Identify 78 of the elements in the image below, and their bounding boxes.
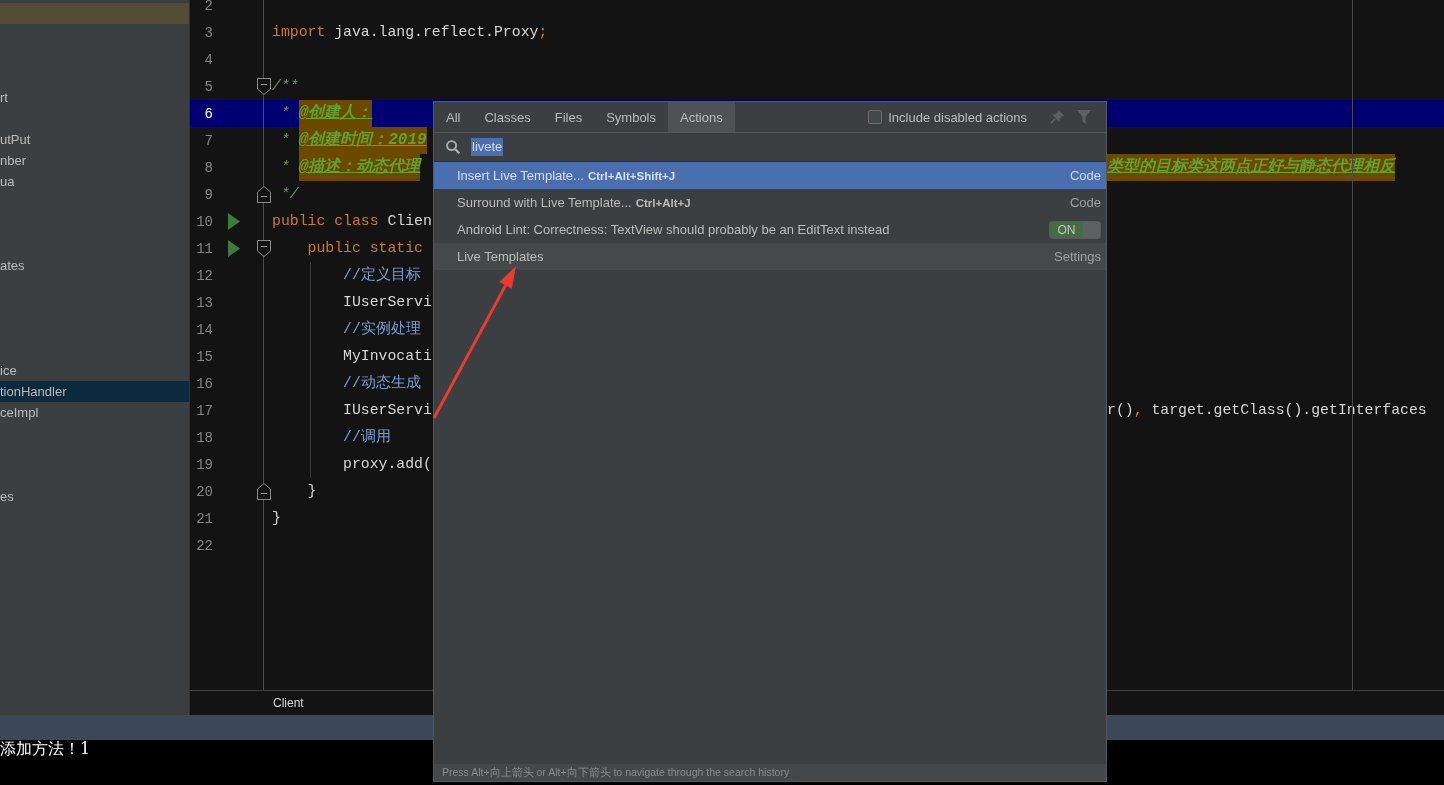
tree-item[interactable]: ceImpl: [0, 402, 189, 423]
result-category: Code: [1069, 195, 1101, 210]
tree-item[interactable]: rt: [0, 87, 189, 108]
tab[interactable]: Symbols: [594, 102, 668, 132]
line-number: 4: [204, 51, 213, 68]
code-line: public class Clien: [272, 212, 432, 231]
tree-item[interactable]: ua: [0, 171, 189, 192]
tree-item[interactable]: ice: [0, 360, 189, 381]
line-number: 10: [196, 213, 213, 230]
search-icon: [446, 140, 460, 154]
console-output: 添加方法！1: [0, 741, 91, 757]
code-line: }: [307, 482, 317, 501]
code-line: import java.lang.reflect.Proxy;: [272, 23, 548, 42]
line-number: 7: [204, 132, 213, 149]
code-line: MyInvocati: [343, 347, 432, 366]
result-item[interactable]: Live Templates Settings: [434, 243, 1106, 270]
tree-item[interactable]: es: [0, 486, 189, 507]
line-number: 22: [196, 537, 213, 554]
result-category: Settings: [1054, 249, 1101, 264]
shortcut-text: Ctrl+Alt+J: [635, 196, 691, 209]
line-number: 8: [204, 159, 213, 176]
tree-item[interactable]: nber: [0, 150, 189, 171]
line-number: 5: [204, 78, 213, 95]
result-label: Android Lint: Correctness: TextView should probably be an EditText instead: [457, 222, 890, 237]
result-item[interactable]: Android Lint: Correctness: TextView should probably be an EditText instead ON: [434, 216, 1106, 243]
line-number: 17: [196, 402, 213, 419]
line-number: 20: [196, 483, 213, 500]
code-line: IUserServi: [343, 401, 432, 420]
run-icon[interactable]: [228, 240, 240, 257]
run-icon[interactable]: [228, 213, 240, 230]
result-item[interactable]: Insert Live Template... Ctrl+Alt+Shift+J Code: [434, 162, 1106, 189]
result-item[interactable]: Surround with Live Template... Ctrl+Alt+J Code: [434, 189, 1106, 216]
line-number: 2: [204, 0, 213, 14]
code-line: //实例处理: [343, 319, 421, 339]
tab[interactable]: All: [434, 102, 473, 132]
tab[interactable]: Files: [542, 102, 595, 132]
collapse-icon[interactable]: [256, 240, 271, 257]
result-category: Code: [1069, 168, 1101, 183]
code-line: //调用: [343, 428, 391, 447]
tree-item[interactable]: ates: [0, 255, 189, 276]
collapse-icon[interactable]: [256, 483, 271, 500]
line-number: 19: [196, 456, 213, 473]
tree-item[interactable]: utPut: [0, 129, 189, 150]
breadcrumb-item[interactable]: Client: [273, 696, 304, 710]
collapse-icon[interactable]: [256, 186, 271, 203]
tree-item[interactable]: tionHandler: [0, 381, 189, 402]
code-line: //动态生成: [343, 373, 421, 393]
code-line: */: [280, 185, 299, 204]
code-line: //定义目标: [343, 265, 421, 285]
tab[interactable]: Actions: [668, 102, 735, 132]
line-number: 3: [204, 24, 213, 41]
line-number: 9: [204, 186, 213, 203]
line-number: 11: [196, 240, 213, 257]
code-line: /**: [272, 77, 299, 96]
result-label: Insert Live Template...: [457, 168, 584, 183]
code-line: IUserServi: [343, 293, 432, 312]
toggle-switch[interactable]: ON: [1049, 220, 1101, 239]
line-number: 14: [196, 321, 213, 338]
checkbox[interactable]: [868, 110, 883, 124]
line-number: 21: [196, 510, 213, 527]
result-label: Surround with Live Template...: [457, 195, 632, 210]
code-line: proxy.add(: [343, 455, 432, 474]
code-line: r(), target.getClass().getInterfaces: [1107, 401, 1427, 420]
line-number: 13: [196, 294, 213, 311]
checkbox-label[interactable]: Include disabled actions: [888, 109, 1027, 125]
line-number: 6: [204, 105, 213, 122]
line-number: 12: [196, 267, 213, 284]
line-number: 15: [196, 348, 213, 365]
shortcut-text: Ctrl+Alt+Shift+J: [587, 169, 676, 182]
result-label: Live Templates: [457, 249, 544, 264]
line-number: 18: [196, 429, 213, 446]
code-line: }: [272, 509, 281, 528]
tab[interactable]: Classes: [472, 102, 543, 132]
collapse-icon[interactable]: [256, 78, 271, 95]
search-query[interactable]: livete: [471, 138, 504, 156]
code-line: public static: [307, 239, 423, 258]
search-history-hint: Press Alt+向上箭头 or Alt+向下箭头 to navigate through the search history: [434, 764, 1106, 781]
line-number: 16: [196, 375, 213, 392]
